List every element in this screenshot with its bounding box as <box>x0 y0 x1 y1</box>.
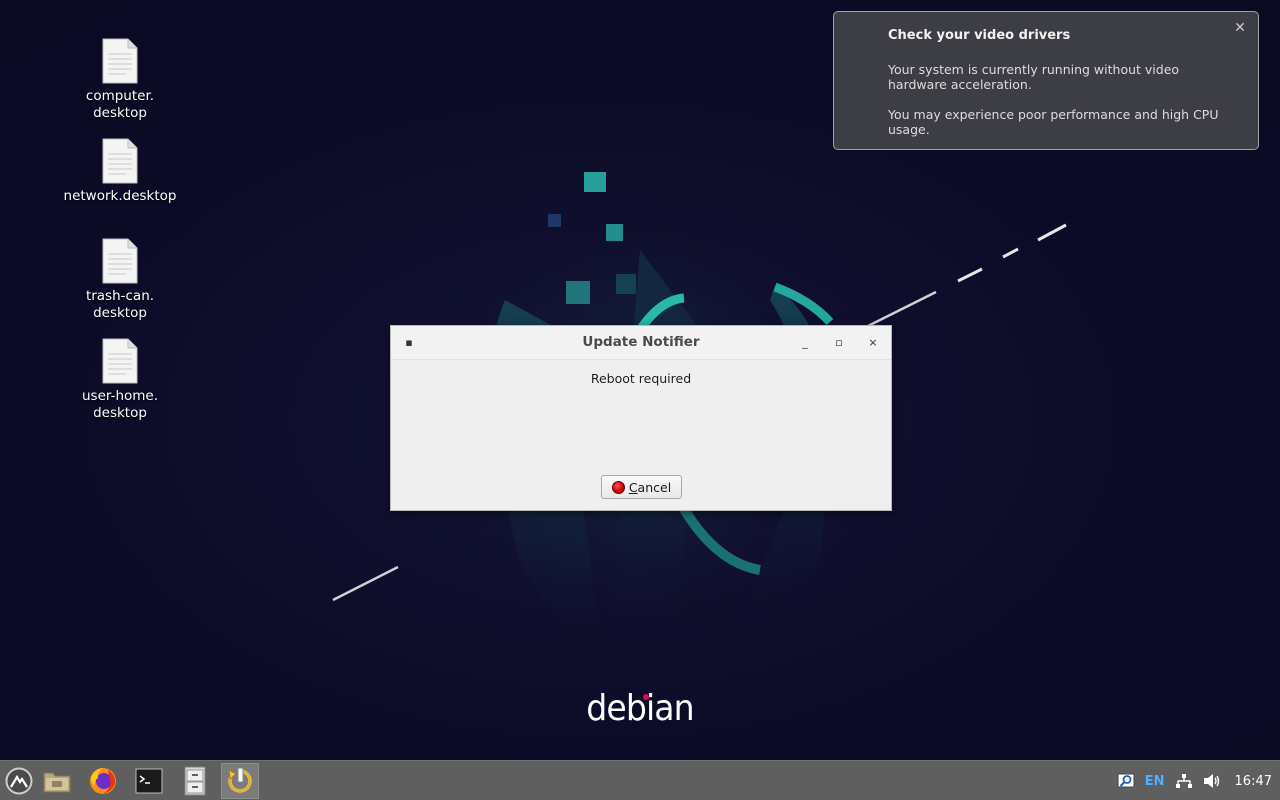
search-icon <box>1117 773 1135 788</box>
cancel-mnemonic: C <box>628 479 638 495</box>
close-icon[interactable]: × <box>865 335 881 351</box>
dialog-titlebar[interactable]: ▪ Update Notifier _ ▫ × <box>391 326 891 360</box>
desktop-icon-user-home[interactable]: user-home. desktop <box>60 338 180 422</box>
desktop-icon-network[interactable]: network.desktop <box>60 138 180 205</box>
desktop-icon-label: network.desktop <box>63 188 177 204</box>
dialog-message: Reboot required <box>590 371 692 386</box>
desktop-icon-label: trash-can. desktop <box>85 288 155 321</box>
document-file-icon <box>102 138 138 184</box>
search-tray-item[interactable] <box>1117 772 1135 790</box>
stop-icon <box>611 480 625 494</box>
cancel-button-label: Cancel <box>629 480 671 495</box>
cancel-button[interactable]: Cancel <box>601 475 682 499</box>
network-tray-item[interactable] <box>1175 773 1193 789</box>
network-icon <box>1175 774 1192 788</box>
desktop-icon-label: computer. desktop <box>85 88 155 121</box>
document-file-icon <box>102 238 138 284</box>
document-file-icon <box>102 38 138 84</box>
document-file-icon <box>102 338 138 384</box>
taskbar: EN 16:47 <box>0 760 1280 800</box>
clock[interactable]: 16:47 <box>1235 774 1272 789</box>
desktop-icon-computer[interactable]: computer. desktop <box>60 38 180 122</box>
dialog-title: Update Notifier <box>582 334 700 350</box>
close-icon[interactable]: ✕ <box>1232 20 1248 36</box>
file-manager-launcher[interactable] <box>38 763 76 799</box>
notification-body-line-1: Your system is currently running without… <box>888 62 1180 92</box>
file-cabinet-icon <box>184 766 206 796</box>
firefox-launcher[interactable] <box>84 763 122 799</box>
file-manager-icon <box>43 772 71 793</box>
volume-icon <box>1203 774 1219 788</box>
update-notifier-icon <box>228 767 252 793</box>
notification-title: Check your video drivers <box>888 28 1071 43</box>
desktop-icon-trash-can[interactable]: trash-can. desktop <box>60 238 180 322</box>
update-notifier-taskbar-button[interactable] <box>221 763 259 799</box>
debian-logo: debian <box>586 688 694 729</box>
video-driver-notification[interactable]: ✕ Check your video drivers Your system i… <box>833 11 1259 150</box>
terminal-icon <box>135 768 163 794</box>
update-notifier-dialog: ▪ Update Notifier _ ▫ × Reboot required … <box>390 325 892 511</box>
desktop-icon-label: user-home. desktop <box>81 388 159 421</box>
minimize-icon[interactable]: _ <box>797 335 813 351</box>
system-tray: EN 16:47 <box>1107 761 1280 800</box>
keyboard-layout-indicator[interactable]: EN <box>1145 774 1165 789</box>
terminal-launcher[interactable] <box>130 763 168 799</box>
app-menu-button[interactable] <box>0 763 38 799</box>
notification-body-line-2: You may experience poor performance and … <box>888 107 1219 137</box>
cancel-label-rest: ancel <box>637 479 672 495</box>
maximize-icon[interactable]: ▫ <box>831 335 847 351</box>
firefox-icon <box>90 768 116 794</box>
file-cabinet-launcher[interactable] <box>176 763 214 799</box>
volume-tray-item[interactable] <box>1203 773 1221 789</box>
app-menu-icon <box>5 767 33 795</box>
